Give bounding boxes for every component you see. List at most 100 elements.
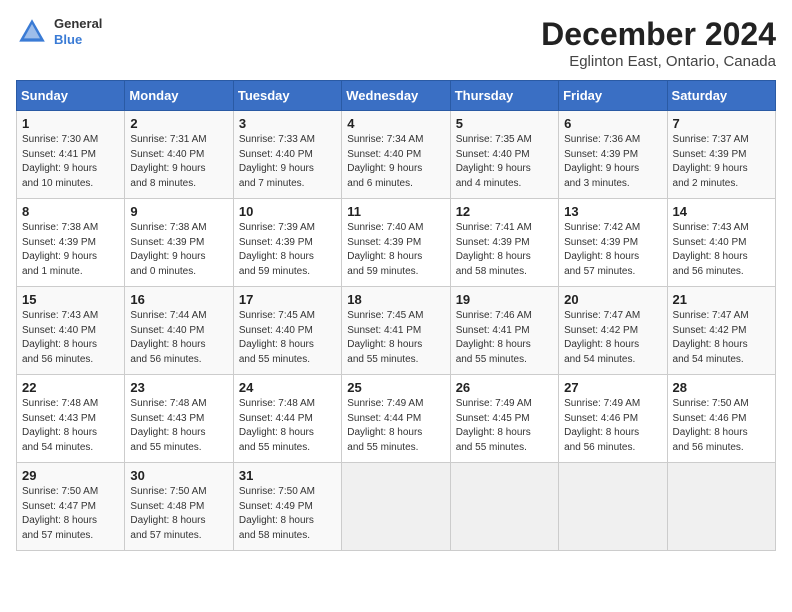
- day-number: 9: [130, 204, 227, 219]
- week-row-1: 1Sunrise: 7:30 AM Sunset: 4:41 PM Daylig…: [17, 111, 776, 199]
- day-cell: 16 Sunrise: 7:44 AM Sunset: 4:40 PM Dayli…: [125, 287, 233, 375]
- day-cell: 1Sunrise: 7:30 AM Sunset: 4:41 PM Daylig…: [17, 111, 125, 199]
- day-cell: 30 Sunrise: 7:50 AM Sunset: 4:48 PM Dayli…: [125, 463, 233, 551]
- day-cell: [559, 463, 667, 551]
- day-cell: 2Sunrise: 7:31 AM Sunset: 4:40 PM Daylig…: [125, 111, 233, 199]
- calendar-title: December 2024: [541, 16, 776, 53]
- day-number: 21: [673, 292, 770, 307]
- day-number: 6: [564, 116, 661, 131]
- day-cell: 4 Sunrise: 7:34 AM Sunset: 4:40 PM Daylig…: [342, 111, 450, 199]
- day-info: Sunrise: 7:40 AM Sunset: 4:39 PM Dayligh…: [347, 221, 444, 279]
- day-number: 31: [239, 468, 336, 483]
- header-cell-friday: Friday: [559, 81, 667, 111]
- day-cell: 20Sunrise: 7:47 AM Sunset: 4:42 PM Dayli…: [559, 287, 667, 375]
- day-cell: 21 Sunrise: 7:47 AM Sunset: 4:42 PM Dayli…: [667, 287, 775, 375]
- day-info: Sunrise: 7:47 AM Sunset: 4:42 PM Dayligh…: [673, 309, 770, 367]
- day-cell: 28 Sunrise: 7:50 AM Sunset: 4:46 PM Dayli…: [667, 375, 775, 463]
- day-number: 17: [239, 292, 336, 307]
- day-cell: 18Sunrise: 7:45 AM Sunset: 4:41 PM Dayli…: [342, 287, 450, 375]
- day-number: 22: [22, 380, 119, 395]
- day-cell: 25Sunrise: 7:49 AM Sunset: 4:44 PM Dayli…: [342, 375, 450, 463]
- week-row-5: 29 Sunrise: 7:50 AM Sunset: 4:47 PM Dayli…: [17, 463, 776, 551]
- logo-text: General Blue: [54, 16, 102, 47]
- week-row-4: 22 Sunrise: 7:48 AM Sunset: 4:43 PM Dayli…: [17, 375, 776, 463]
- week-row-3: 15 Sunrise: 7:43 AM Sunset: 4:40 PM Dayli…: [17, 287, 776, 375]
- header-cell-wednesday: Wednesday: [342, 81, 450, 111]
- day-number: 3: [239, 116, 336, 131]
- day-number: 18: [347, 292, 444, 307]
- day-number: 10: [239, 204, 336, 219]
- day-number: 14: [673, 204, 770, 219]
- day-info: Sunrise: 7:33 AM Sunset: 4:40 PM Dayligh…: [239, 133, 336, 191]
- day-number: 24: [239, 380, 336, 395]
- day-cell: 8 Sunrise: 7:38 AM Sunset: 4:39 PM Daylig…: [17, 199, 125, 287]
- day-cell: 9Sunrise: 7:38 AM Sunset: 4:39 PM Daylig…: [125, 199, 233, 287]
- day-number: 8: [22, 204, 119, 219]
- logo-line2: Blue: [54, 32, 102, 48]
- day-cell: 15 Sunrise: 7:43 AM Sunset: 4:40 PM Dayli…: [17, 287, 125, 375]
- day-number: 29: [22, 468, 119, 483]
- day-info: Sunrise: 7:41 AM Sunset: 4:39 PM Dayligh…: [456, 221, 553, 279]
- day-cell: 3 Sunrise: 7:33 AM Sunset: 4:40 PM Daylig…: [233, 111, 341, 199]
- header-cell-tuesday: Tuesday: [233, 81, 341, 111]
- day-info: Sunrise: 7:46 AM Sunset: 4:41 PM Dayligh…: [456, 309, 553, 367]
- day-number: 1: [22, 116, 119, 131]
- logo-line1: General: [54, 16, 102, 32]
- calendar-subtitle: Eglinton East, Ontario, Canada: [541, 53, 776, 70]
- day-cell: [450, 463, 558, 551]
- day-cell: [667, 463, 775, 551]
- day-info: Sunrise: 7:49 AM Sunset: 4:45 PM Dayligh…: [456, 397, 553, 455]
- day-info: Sunrise: 7:50 AM Sunset: 4:48 PM Dayligh…: [130, 485, 227, 543]
- day-number: 11: [347, 204, 444, 219]
- day-info: Sunrise: 7:50 AM Sunset: 4:49 PM Dayligh…: [239, 485, 336, 543]
- day-number: 23: [130, 380, 227, 395]
- day-info: Sunrise: 7:35 AM Sunset: 4:40 PM Dayligh…: [456, 133, 553, 191]
- day-number: 12: [456, 204, 553, 219]
- calendar-table: SundayMondayTuesdayWednesdayThursdayFrid…: [16, 80, 776, 551]
- day-info: Sunrise: 7:44 AM Sunset: 4:40 PM Dayligh…: [130, 309, 227, 367]
- header-cell-thursday: Thursday: [450, 81, 558, 111]
- day-number: 7: [673, 116, 770, 131]
- day-info: Sunrise: 7:31 AM Sunset: 4:40 PM Dayligh…: [130, 133, 227, 191]
- day-info: Sunrise: 7:50 AM Sunset: 4:47 PM Dayligh…: [22, 485, 119, 543]
- day-cell: 22 Sunrise: 7:48 AM Sunset: 4:43 PM Dayli…: [17, 375, 125, 463]
- day-cell: 24Sunrise: 7:48 AM Sunset: 4:44 PM Dayli…: [233, 375, 341, 463]
- header-row: SundayMondayTuesdayWednesdayThursdayFrid…: [17, 81, 776, 111]
- day-info: Sunrise: 7:48 AM Sunset: 4:43 PM Dayligh…: [22, 397, 119, 455]
- day-number: 16: [130, 292, 227, 307]
- day-cell: 19Sunrise: 7:46 AM Sunset: 4:41 PM Dayli…: [450, 287, 558, 375]
- day-cell: 11 Sunrise: 7:40 AM Sunset: 4:39 PM Dayli…: [342, 199, 450, 287]
- day-cell: 31 Sunrise: 7:50 AM Sunset: 4:49 PM Dayli…: [233, 463, 341, 551]
- header-cell-monday: Monday: [125, 81, 233, 111]
- day-cell: 29 Sunrise: 7:50 AM Sunset: 4:47 PM Dayli…: [17, 463, 125, 551]
- day-info: Sunrise: 7:47 AM Sunset: 4:42 PM Dayligh…: [564, 309, 661, 367]
- day-number: 5: [456, 116, 553, 131]
- day-info: Sunrise: 7:39 AM Sunset: 4:39 PM Dayligh…: [239, 221, 336, 279]
- day-info: Sunrise: 7:49 AM Sunset: 4:46 PM Dayligh…: [564, 397, 661, 455]
- day-cell: 7Sunrise: 7:37 AM Sunset: 4:39 PM Daylig…: [667, 111, 775, 199]
- day-number: 4: [347, 116, 444, 131]
- day-cell: 12 Sunrise: 7:41 AM Sunset: 4:39 PM Dayli…: [450, 199, 558, 287]
- week-row-2: 8 Sunrise: 7:38 AM Sunset: 4:39 PM Daylig…: [17, 199, 776, 287]
- calendar-body: 1Sunrise: 7:30 AM Sunset: 4:41 PM Daylig…: [17, 111, 776, 551]
- day-cell: 23Sunrise: 7:48 AM Sunset: 4:43 PM Dayli…: [125, 375, 233, 463]
- day-info: Sunrise: 7:38 AM Sunset: 4:39 PM Dayligh…: [22, 221, 119, 279]
- calendar-header: SundayMondayTuesdayWednesdayThursdayFrid…: [17, 81, 776, 111]
- day-number: 28: [673, 380, 770, 395]
- day-info: Sunrise: 7:36 AM Sunset: 4:39 PM Dayligh…: [564, 133, 661, 191]
- title-block: December 2024 Eglinton East, Ontario, Ca…: [541, 16, 776, 70]
- day-number: 27: [564, 380, 661, 395]
- day-info: Sunrise: 7:43 AM Sunset: 4:40 PM Dayligh…: [673, 221, 770, 279]
- day-info: Sunrise: 7:49 AM Sunset: 4:44 PM Dayligh…: [347, 397, 444, 455]
- day-cell: 27 Sunrise: 7:49 AM Sunset: 4:46 PM Dayli…: [559, 375, 667, 463]
- day-info: Sunrise: 7:34 AM Sunset: 4:40 PM Dayligh…: [347, 133, 444, 191]
- day-cell: 26 Sunrise: 7:49 AM Sunset: 4:45 PM Dayli…: [450, 375, 558, 463]
- day-info: Sunrise: 7:45 AM Sunset: 4:40 PM Dayligh…: [239, 309, 336, 367]
- day-info: Sunrise: 7:50 AM Sunset: 4:46 PM Dayligh…: [673, 397, 770, 455]
- day-info: Sunrise: 7:43 AM Sunset: 4:40 PM Dayligh…: [22, 309, 119, 367]
- day-number: 30: [130, 468, 227, 483]
- logo-icon: [16, 16, 48, 48]
- day-number: 26: [456, 380, 553, 395]
- page-header: General Blue December 2024 Eglinton East…: [16, 16, 776, 70]
- day-number: 15: [22, 292, 119, 307]
